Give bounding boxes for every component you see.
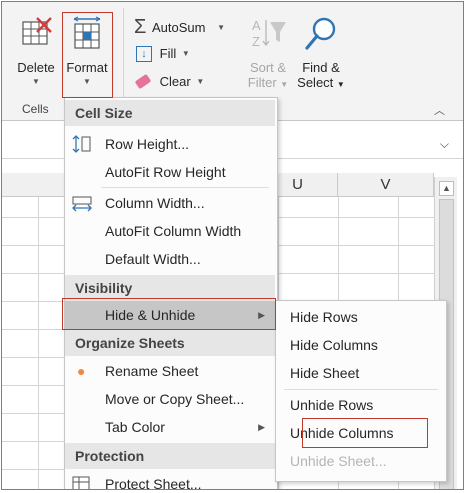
submenu-item-hide-sheet[interactable]: Hide Sheet	[290, 361, 359, 385]
menu-item-label: AutoFit Column Width	[105, 223, 242, 239]
chevron-down-icon: ▼	[336, 80, 345, 89]
magnifier-icon	[305, 17, 336, 50]
menu-item-label: Move or Copy Sheet...	[105, 391, 245, 407]
section-cell-size: Cell Size	[65, 100, 275, 126]
column-width-icon	[72, 196, 92, 212]
fill-label: Fill	[159, 46, 177, 62]
menu-item-label: Protect Sheet...	[105, 476, 202, 490]
sort-filter-icon: A Z	[252, 18, 286, 49]
sigma-icon: Σ	[134, 16, 147, 38]
menu-item-protect-sheet[interactable]: Protect Sheet...	[65, 470, 275, 490]
chevron-down-icon: ▼	[196, 77, 205, 87]
autosum-button[interactable]: Σ AutoSum ▼	[134, 16, 225, 38]
cells-group-label: Cells	[22, 102, 49, 116]
protect-sheet-icon	[72, 476, 90, 489]
submenu-item-unhide-rows[interactable]: Unhide Rows	[290, 393, 373, 417]
submenu-divider	[284, 389, 438, 390]
highlight-unhide-columns	[302, 418, 428, 448]
chevron-down-icon: ▼	[280, 80, 289, 89]
find-select-label-2: Select	[297, 75, 334, 90]
find-select-label-1: Find &	[302, 60, 340, 75]
column-header-v[interactable]: V	[338, 173, 434, 197]
submenu-arrow-icon: ▶	[258, 422, 265, 432]
bullet-dot-icon: ●	[77, 363, 86, 379]
svg-text:A: A	[252, 18, 261, 33]
delete-cells-icon	[22, 17, 52, 45]
menu-item-default-width[interactable]: Default Width...	[65, 245, 275, 273]
menu-item-label: Tab Color	[105, 419, 165, 435]
menu-item-label: Column Width...	[105, 195, 205, 211]
menu-item-autofit-column-width[interactable]: AutoFit Column Width	[65, 217, 275, 245]
submenu-item-hide-rows[interactable]: Hide Rows	[290, 305, 358, 329]
menu-item-label: Default Width...	[105, 251, 201, 267]
menu-item-label: Rename Sheet	[105, 363, 199, 379]
sort-filter-button[interactable]: A Z Sort & Filter ▼	[242, 16, 294, 100]
find-select-label-row: Select ▼	[294, 75, 348, 90]
menu-item-column-width[interactable]: Column Width...	[65, 189, 275, 217]
section-protection: Protection	[65, 443, 275, 469]
svg-text:Z: Z	[252, 34, 260, 49]
row-height-icon	[72, 135, 91, 153]
sort-filter-label-1: Sort &	[249, 60, 287, 75]
menu-item-rename-sheet[interactable]: ● Rename Sheet	[65, 357, 275, 385]
submenu-item-unhide-sheet: Unhide Sheet...	[290, 453, 387, 469]
submenu-item-hide-columns[interactable]: Hide Columns	[290, 333, 378, 357]
menu-item-move-copy-sheet[interactable]: Move or Copy Sheet...	[65, 385, 275, 413]
delete-label: Delete	[17, 60, 55, 75]
chevron-down-icon: ▼	[181, 49, 190, 59]
menu-item-tab-color[interactable]: Tab Color ▶	[65, 413, 275, 441]
menu-item-label: AutoFit Row Height	[105, 164, 226, 180]
clear-button[interactable]: Clear ▼	[134, 73, 205, 95]
autosum-label: AutoSum	[152, 20, 206, 35]
chevron-down-icon: ▼	[217, 23, 226, 32]
eraser-icon	[134, 73, 152, 90]
excel-window: Delete ▼ Format ▼ Cells Σ AutoSum ▼ ↓ Fi…	[1, 1, 464, 490]
menu-item-label: Row Height...	[105, 136, 190, 152]
fill-button[interactable]: ↓ Fill ▼	[136, 45, 190, 67]
find-select-button[interactable]: Find & Select ▼	[294, 16, 348, 100]
format-menu: Cell Size Row Height... AutoFit Row Heig…	[64, 97, 278, 490]
sort-filter-label-2: Filter	[247, 75, 277, 90]
hide-unhide-submenu: Hide Rows Hide Columns Hide Sheet Unhide…	[275, 300, 447, 482]
section-organize-sheets: Organize Sheets	[65, 330, 275, 356]
collapse-ribbon-icon[interactable]: ︿	[434, 102, 445, 118]
sort-filter-label-row: Filter ▼	[242, 75, 294, 90]
chevron-down-icon[interactable]: ⌵	[440, 137, 449, 152]
clear-label: Clear	[159, 74, 191, 90]
chevron-down-icon: ▼	[32, 77, 40, 86]
highlight-hide-unhide	[62, 298, 276, 330]
scroll-up-icon[interactable]: ▲	[439, 181, 454, 196]
highlight-format-button	[62, 12, 113, 98]
fill-down-icon: ↓	[136, 45, 152, 62]
menu-item-autofit-row-height[interactable]: AutoFit Row Height	[65, 158, 275, 186]
menu-item-row-height[interactable]: Row Height...	[65, 130, 275, 158]
menu-divider	[101, 187, 269, 188]
delete-button[interactable]: Delete ▼	[12, 10, 60, 98]
